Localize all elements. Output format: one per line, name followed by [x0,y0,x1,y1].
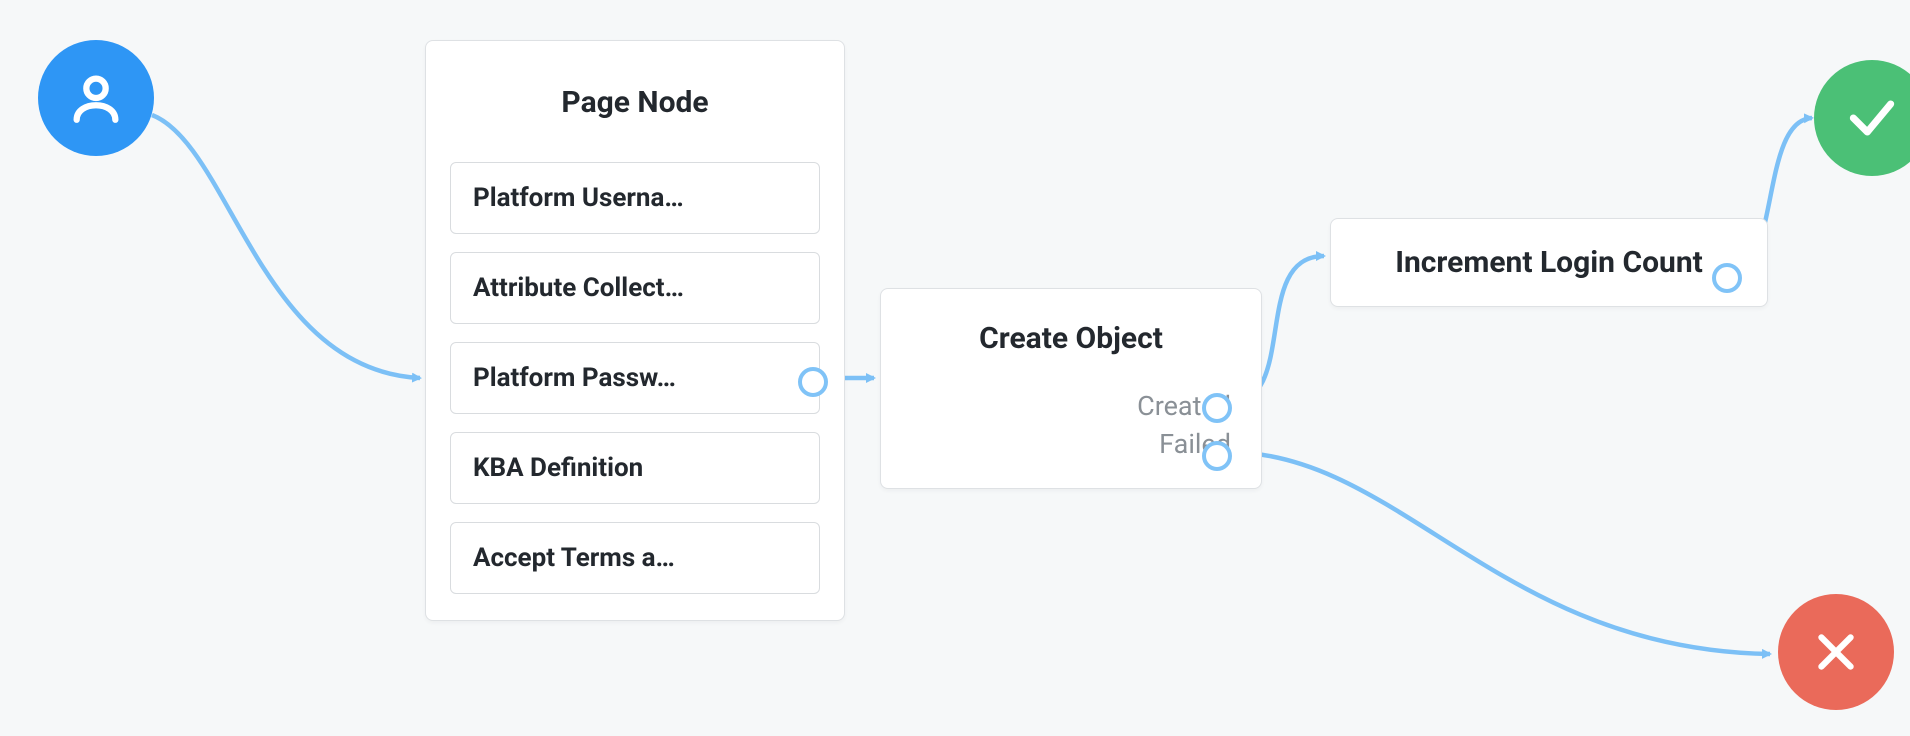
fail-node[interactable] [1778,594,1894,710]
person-icon [67,69,125,127]
list-item[interactable]: Platform Userna… [450,162,820,234]
create-object-created-port[interactable] [1202,393,1232,423]
page-node-panel[interactable]: Page Node Platform Userna… Attribute Col… [425,40,845,621]
create-object-failed-port[interactable] [1202,441,1232,471]
list-item[interactable]: Accept Terms a… [450,522,820,594]
flow-canvas: Page Node Platform Userna… Attribute Col… [0,0,1910,736]
increment-login-output-port[interactable] [1712,263,1742,293]
start-node[interactable] [38,40,154,156]
page-node-title: Page Node [450,85,820,120]
list-item[interactable]: KBA Definition [450,432,820,504]
check-icon [1844,90,1900,146]
page-node-output-port[interactable] [798,367,828,397]
create-object-title: Create Object [911,321,1231,356]
list-item[interactable]: Platform Passw… [450,342,820,414]
list-item[interactable]: Attribute Collect… [450,252,820,324]
outcome-failed: Failed [911,428,1231,460]
outcome-created: Created [911,390,1231,422]
success-node[interactable] [1814,60,1910,176]
increment-login-panel[interactable]: Increment Login Count [1330,218,1768,307]
close-icon [1811,627,1861,677]
increment-login-title: Increment Login Count [1359,245,1739,280]
